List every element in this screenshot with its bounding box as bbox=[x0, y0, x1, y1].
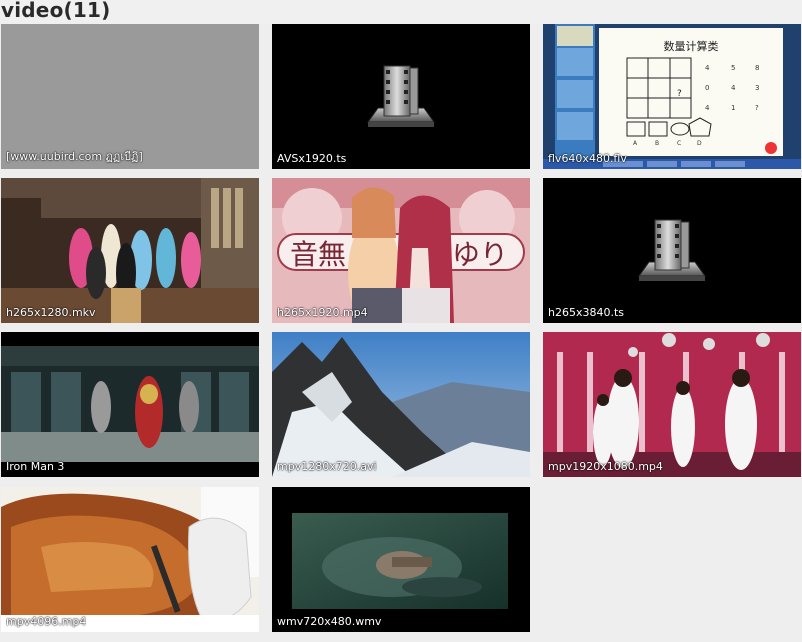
video-thumbnail bbox=[543, 332, 801, 477]
video-thumbnail bbox=[1, 178, 259, 323]
video-tile-4[interactable]: h265x1280.mkv bbox=[1, 178, 259, 323]
slide-number: 3 bbox=[755, 84, 759, 92]
video-tile-11[interactable]: wmv720x480.wmv bbox=[272, 487, 530, 632]
video-tile-8[interactable]: mpv1280x720.avi bbox=[272, 332, 530, 477]
video-tile-2[interactable]: AVSx1920.ts bbox=[272, 24, 530, 169]
video-caption: [www.uubird.com ฏฏเบีฏิ] bbox=[6, 150, 143, 163]
slide-number: 8 bbox=[755, 64, 759, 72]
video-tile-9[interactable]: mpv1920x1080.mp4 bbox=[543, 332, 801, 477]
anime-text-right: ゆり bbox=[452, 238, 508, 271]
video-caption: h265x1920.mp4 bbox=[277, 306, 368, 319]
slide-number: 5 bbox=[731, 64, 735, 72]
video-tile-6[interactable]: h265x3840.ts bbox=[543, 178, 801, 323]
video-caption: h265x3840.ts bbox=[548, 306, 625, 319]
video-caption: AVSx1920.ts bbox=[277, 152, 347, 165]
video-caption: h265x1280.mkv bbox=[6, 306, 96, 319]
anime-text-left: 音無 bbox=[290, 238, 346, 271]
underwater-scene-thumbnail bbox=[272, 487, 530, 632]
film-reel-icon bbox=[367, 65, 435, 127]
slide-number: ? bbox=[755, 104, 759, 112]
video-tile-7[interactable]: Iron Man 3 bbox=[1, 332, 259, 477]
video-caption: mpv1280x720.avi bbox=[277, 460, 377, 473]
video-thumbnail bbox=[272, 332, 530, 477]
slide-number: 0 bbox=[705, 84, 709, 92]
anime-scene-thumbnail: 音無 ゆり bbox=[272, 178, 530, 323]
armor-lab-thumbnail bbox=[1, 332, 259, 477]
slide-number: 4 bbox=[731, 84, 736, 92]
video-thumbnail bbox=[1, 487, 259, 632]
video-tile-5[interactable]: 音無 ゆり h265x1920.mp4 bbox=[272, 178, 530, 323]
dance-scene-thumbnail bbox=[1, 178, 259, 323]
slide-option: B bbox=[655, 140, 659, 147]
video-caption: mpv4096.mp4 bbox=[6, 615, 87, 628]
header-bar: video(11) bbox=[0, 0, 802, 24]
video-tile-10[interactable]: mpv4096.mp4 bbox=[1, 487, 259, 632]
slide-qmark: ? bbox=[677, 89, 682, 99]
slide-number: 4 bbox=[705, 104, 710, 112]
slide-title: 数量计算类 bbox=[664, 39, 719, 53]
video-thumbnail bbox=[543, 178, 801, 323]
video-thumbnail: 音無 ゆり bbox=[272, 178, 530, 323]
presentation-slide-thumbnail: 数量计算类 ? 4 5 8 0 4 3 4 1 ? A B C D bbox=[543, 24, 801, 169]
page-title: video(11) bbox=[1, 0, 111, 22]
video-caption: mpv1920x1080.mp4 bbox=[548, 460, 663, 473]
roast-duck-thumbnail bbox=[1, 487, 259, 632]
video-caption: flv640x480.flv bbox=[548, 152, 627, 165]
video-tile-3[interactable]: 数量计算类 ? 4 5 8 0 4 3 4 1 ? A B C D flv640… bbox=[543, 24, 801, 169]
slide-number: 4 bbox=[705, 64, 710, 72]
mountain-scene-thumbnail bbox=[272, 332, 530, 477]
video-thumbnail bbox=[272, 24, 530, 169]
video-thumbnail bbox=[272, 487, 530, 632]
stage-performance-thumbnail bbox=[543, 332, 801, 477]
video-caption: wmv720x480.wmv bbox=[277, 615, 382, 628]
video-caption: Iron Man 3 bbox=[6, 460, 65, 473]
film-reel-icon bbox=[638, 219, 706, 281]
slide-number: 1 bbox=[731, 104, 735, 112]
video-thumbnail: 数量计算类 ? 4 5 8 0 4 3 4 1 ? A B C D bbox=[543, 24, 801, 169]
video-tile-1[interactable]: [www.uubird.com ฏฏเบีฏิ] bbox=[1, 24, 259, 169]
video-thumbnail bbox=[1, 332, 259, 477]
slide-option: C bbox=[677, 140, 681, 147]
slide-option: D bbox=[697, 140, 702, 147]
